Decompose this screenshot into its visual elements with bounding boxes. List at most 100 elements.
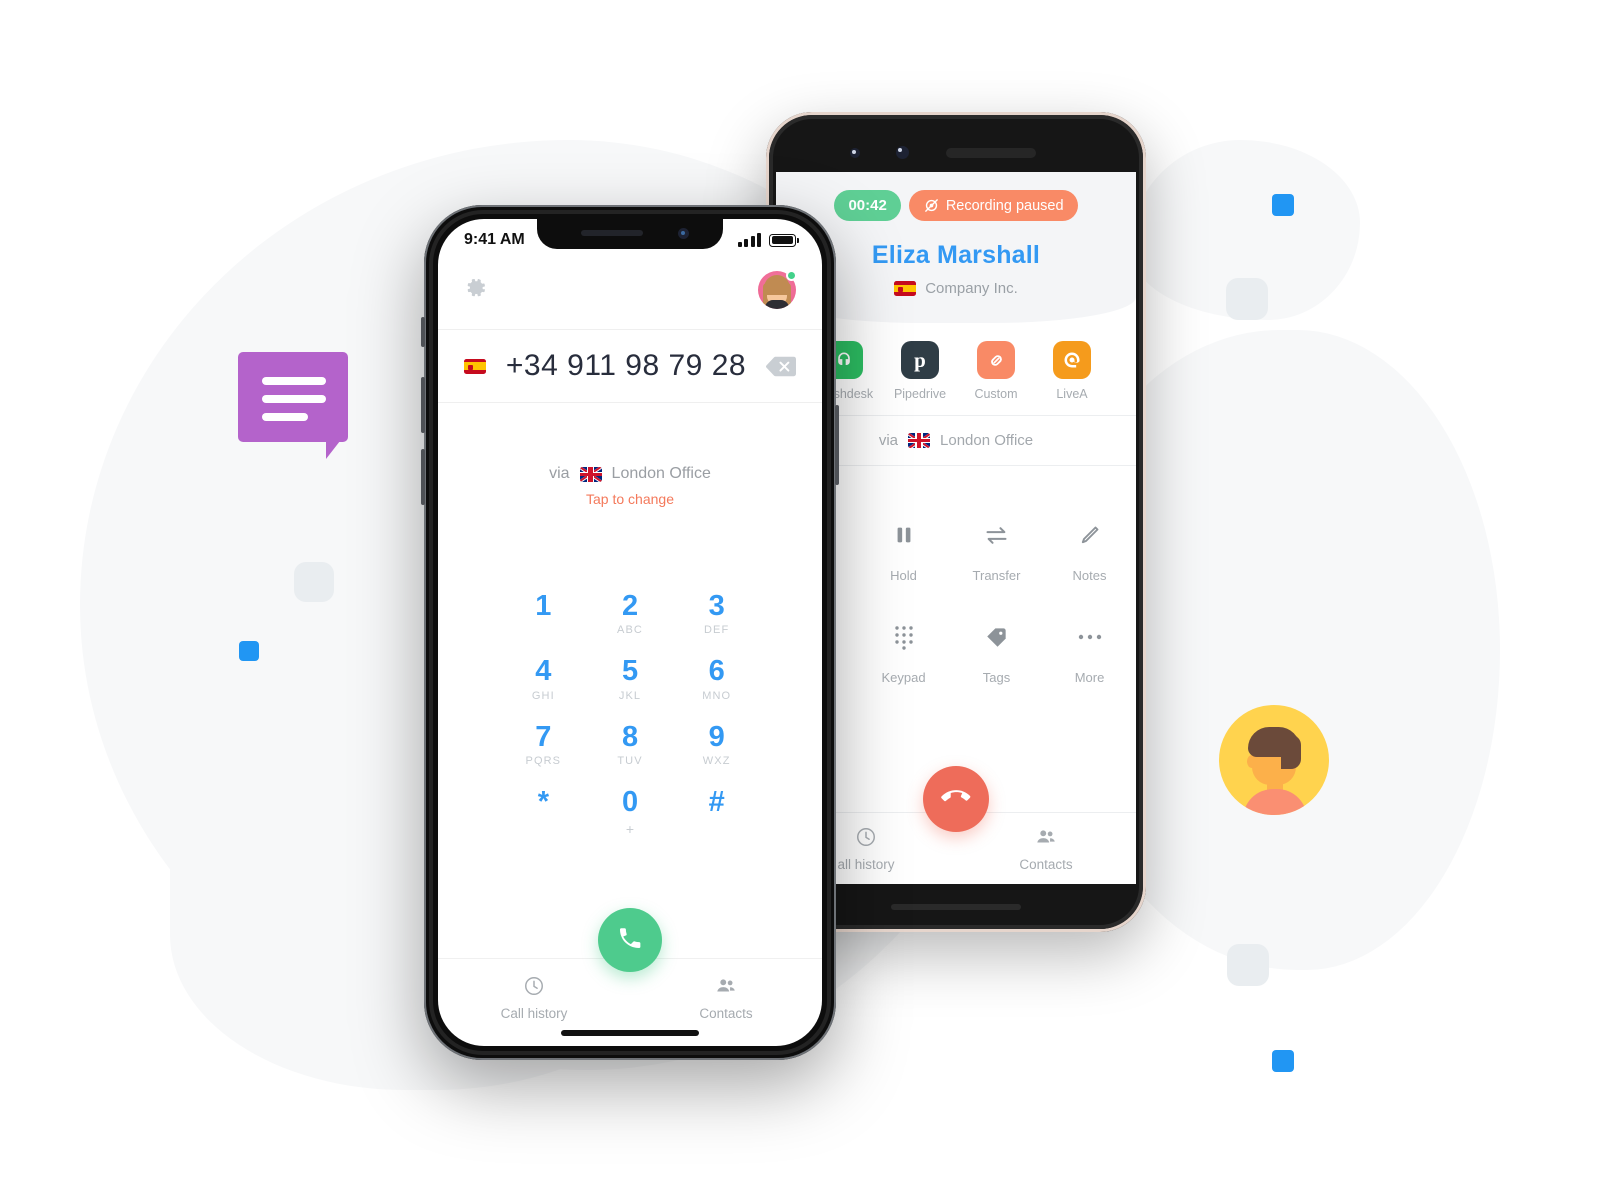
- key-digit: 0: [621, 786, 639, 819]
- chat-bubble-line: [262, 377, 326, 385]
- key-digit: *: [537, 786, 549, 819]
- signal-bars-icon: [737, 233, 761, 247]
- status-badge: [786, 270, 797, 281]
- contacts-icon: [956, 826, 1136, 851]
- illustration-canvas: 00:42 Recording paused Eliza Marshall Co…: [0, 0, 1600, 1200]
- dialpad-key[interactable]: 4 GHI: [500, 656, 587, 721]
- front-camera-icon: [850, 148, 860, 158]
- decor-square-blue: [1272, 194, 1294, 216]
- flag-spain-icon[interactable]: [464, 358, 486, 374]
- avatar[interactable]: [758, 270, 797, 309]
- decor-square-blue: [239, 641, 259, 661]
- gear-icon[interactable]: [464, 276, 488, 305]
- key-digit: 1: [535, 590, 552, 622]
- key-digit: 4: [535, 655, 552, 688]
- transfer-button[interactable]: Transfer: [950, 512, 1043, 584]
- dialpad-key[interactable]: 9 WXZ: [673, 720, 760, 787]
- tab-contacts[interactable]: Contacts: [630, 975, 822, 1021]
- transfer-icon: [974, 512, 1020, 558]
- tab-label: Call history: [500, 1006, 568, 1021]
- key-letters: ABC: [617, 624, 643, 637]
- key-letters: JKL: [618, 689, 642, 702]
- outgoing-line-label: London Office: [940, 432, 1034, 449]
- keypad-dots-icon: [881, 614, 927, 660]
- liveagent-icon: [1053, 341, 1091, 379]
- integration-item[interactable]: LiveA: [1034, 341, 1110, 401]
- key-digit: 7: [535, 720, 552, 753]
- dialpad-key[interactable]: *: [500, 787, 587, 856]
- front-camera-icon: [896, 146, 909, 159]
- mute-switch[interactable]: [421, 317, 425, 347]
- notes-button[interactable]: Notes: [1043, 512, 1136, 584]
- battery-icon: [769, 233, 799, 247]
- pencil-icon: [1067, 512, 1113, 558]
- control-label: Hold: [890, 568, 917, 583]
- hangup-button[interactable]: [923, 766, 989, 832]
- dialpad-key[interactable]: 7 PQRS: [500, 720, 587, 787]
- dialpad-key[interactable]: 2 ABC: [587, 591, 674, 656]
- dialpad-row: 4 GHI 5 JKL 6 MNO: [500, 656, 760, 721]
- dialpad-key[interactable]: 6 MNO: [673, 656, 760, 721]
- tab-label: Contacts: [1019, 856, 1073, 872]
- key-letters: TUV: [617, 755, 643, 768]
- notch: [537, 219, 723, 249]
- outgoing-line-section[interactable]: via London Office Tap to change: [438, 403, 822, 507]
- keypad-button[interactable]: Keypad: [857, 614, 950, 703]
- call-status-badges: 00:42 Recording paused: [776, 190, 1136, 221]
- power-button[interactable]: [835, 405, 839, 485]
- recording-status-badge[interactable]: Recording paused: [908, 190, 1078, 221]
- via-prefix-label: via: [549, 465, 570, 482]
- tap-to-change-hint[interactable]: Tap to change: [438, 491, 822, 507]
- pause-icon: [881, 512, 927, 558]
- phone-number-field[interactable]: +34 911 98 79 28: [438, 329, 822, 403]
- tab-contacts[interactable]: Contacts: [956, 826, 1136, 872]
- dialpad-key[interactable]: #: [673, 787, 760, 856]
- control-label: Notes: [1072, 568, 1107, 583]
- control-label: Tags: [982, 670, 1011, 686]
- recording-status-label: Recording paused: [945, 197, 1064, 214]
- home-indicator: [891, 904, 1021, 910]
- dialpad-key[interactable]: 5 JKL: [587, 656, 674, 721]
- key-digit: 2: [621, 590, 639, 622]
- flag-uk-icon: [579, 466, 602, 482]
- control-label: More: [1074, 670, 1105, 686]
- phone-number-value: +34 911 98 79 28: [505, 349, 747, 382]
- outgoing-line-label: London Office: [611, 465, 711, 482]
- hangup-phone-icon: [940, 781, 972, 818]
- hold-button[interactable]: Hold: [857, 512, 950, 584]
- call-button[interactable]: [598, 908, 662, 972]
- dialpad-key[interactable]: 3 DEF: [673, 591, 760, 656]
- dialpad-key[interactable]: 8 TUV: [587, 721, 674, 787]
- chat-bubble-icon: [238, 352, 348, 459]
- key-letters: WXZ: [702, 755, 731, 768]
- tags-button[interactable]: Tags: [950, 614, 1043, 703]
- more-dots-icon: [1067, 614, 1113, 660]
- flag-uk-icon: [908, 433, 931, 448]
- person-hair-side: [1281, 735, 1301, 769]
- chat-bubble-tail: [326, 441, 340, 459]
- integration-label: Pipedrive: [893, 387, 947, 401]
- volume-up-button[interactable]: [421, 377, 425, 433]
- tab-call-history[interactable]: Call history: [438, 975, 630, 1021]
- custom-link-icon: [977, 341, 1015, 379]
- key-digit: 9: [708, 720, 725, 753]
- earpiece-speaker: [581, 230, 643, 236]
- key-digit: 5: [621, 655, 639, 688]
- decor-square-grey: [1226, 278, 1268, 320]
- integration-item[interactable]: p Pipedrive: [882, 341, 958, 401]
- front-phone-screen: 9:41 AM +34 911 98 79 28 via London Offi…: [438, 219, 822, 1046]
- volume-down-button[interactable]: [421, 449, 425, 505]
- earpiece-speaker: [946, 148, 1036, 158]
- more-button[interactable]: More: [1043, 614, 1136, 703]
- dialpad-key[interactable]: 1: [500, 591, 587, 656]
- chat-bubble-line: [262, 413, 308, 421]
- integration-item[interactable]: Custom: [958, 341, 1034, 401]
- key-letters: GHI: [531, 689, 555, 702]
- phone-icon: [615, 923, 645, 958]
- person-body: [1243, 789, 1307, 815]
- chat-bubble-line: [262, 395, 326, 403]
- backspace-icon[interactable]: [766, 356, 796, 377]
- dialpad-key[interactable]: 0 +: [587, 787, 674, 856]
- dialpad-row: 7 PQRS 8 TUV 9 WXZ: [500, 720, 760, 787]
- tag-icon: [974, 614, 1020, 660]
